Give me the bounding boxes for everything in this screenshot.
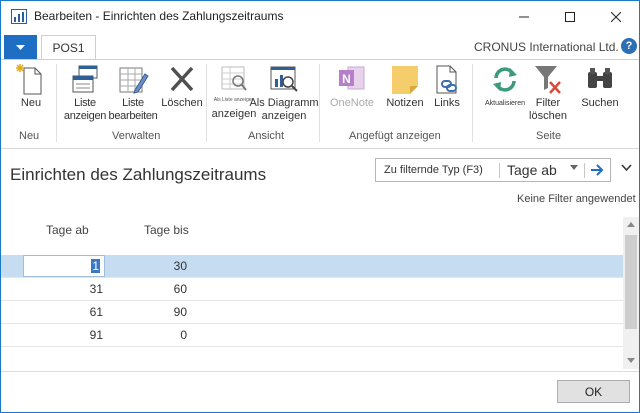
tage-ab-input[interactable]: 1 [23,255,105,277]
notes-label: Notizen [386,97,424,109]
ok-button[interactable]: OK [557,380,630,403]
links-button[interactable]: Links [429,60,465,110]
page-title: Einrichten des Zahlungszeitraums [10,165,267,184]
table-row[interactable]: 31 60 [1,278,623,300]
tab-pos1[interactable]: POS1 [41,35,96,60]
show-as-list-icon [221,66,247,91]
tage-ab-cell[interactable]: 91 [21,328,103,342]
filter-bar: Zu filternde Typ (F3) Tage ab [375,158,611,182]
footer-divider [1,371,639,372]
filter-field-select[interactable]: Tage ab [507,162,557,178]
scroll-down-icon[interactable] [627,358,635,363]
onenote-icon: N [339,66,365,90]
show-as-chart-button[interactable]: Als Diagramm anzeigen [249,60,319,123]
search-button[interactable]: Suchen [579,60,621,110]
group-separator [319,64,320,142]
view-list-button[interactable]: Liste anzeigen [63,60,107,123]
arrow-right-icon[interactable] [589,163,605,177]
new-button-label: Neu [20,97,42,109]
column-header-tage-ab[interactable]: Tage ab [46,223,89,237]
close-button[interactable] [593,1,639,32]
links-icon [436,65,457,94]
refresh-button[interactable]: Aktualisieren [481,60,529,110]
clear-filter-button[interactable]: Filter löschen [527,60,569,123]
notes-button[interactable]: Notizen [383,60,427,110]
scrollbar-thumb[interactable] [625,235,637,329]
edit-list-icon [119,67,149,94]
tage-bis-cell[interactable]: 60 [111,282,187,296]
company-name[interactable]: CRONUS International Ltd. [474,40,619,54]
application-menu-button[interactable] [4,35,37,60]
view-list-label: Liste anzeigen [63,97,107,122]
edit-list-button[interactable]: Liste bearbeiten [108,60,158,123]
tage-ab-cell[interactable]: 61 [21,305,103,319]
window-title: Bearbeiten - Einrichten des Zahlungszeit… [34,9,284,23]
group-separator [56,64,57,142]
view-list-icon [72,65,98,93]
scroll-up-icon[interactable] [627,222,635,227]
title-bar: Bearbeiten - Einrichten des Zahlungszeit… [1,1,639,32]
close-icon [611,11,621,22]
clear-filter-icon [535,66,561,94]
dialog-window: Bearbeiten - Einrichten des Zahlungszeit… [0,0,640,413]
notes-icon [392,66,418,94]
delete-x-icon [170,66,194,92]
svg-text:N: N [342,72,351,86]
group-label-view: Ansicht [248,130,285,142]
delete-button[interactable]: Löschen [161,60,203,110]
filter-divider [584,163,585,178]
maximize-icon [565,11,575,22]
tage-bis-cell[interactable]: 90 [111,305,187,319]
new-document-icon [16,64,42,95]
group-label-new: Neu [19,130,40,142]
edit-list-label: Liste bearbeiten [108,97,158,122]
refresh-icon [493,67,517,92]
row-divider [1,346,623,347]
minimize-icon [519,16,529,17]
new-button[interactable]: Neu [13,60,49,110]
group-label-manage: Verwalten [112,130,161,142]
group-label-page: Seite [536,130,562,142]
search-label: Suchen [581,97,619,109]
onenote-button[interactable]: N OneNote [326,60,378,110]
binoculars-icon [588,68,612,88]
filter-divider [499,163,500,178]
app-icon [11,9,27,24]
chevron-down-icon[interactable] [570,165,578,171]
minimize-button[interactable] [501,1,547,32]
chevron-down-icon [16,44,25,50]
table-row[interactable]: 1 30 [1,255,623,277]
onenote-label: OneNote [329,97,375,109]
clear-filter-label: Filter löschen [529,97,567,122]
column-header-tage-bis[interactable]: Tage bis [144,223,189,237]
tage-bis-cell[interactable]: 0 [111,328,187,342]
filter-type-label[interactable]: Zu filternde Typ (F3) [384,164,483,176]
links-label: Links [434,97,460,109]
filter-status: Keine Filter angewendet [517,193,636,205]
chevron-down-icon[interactable] [621,164,632,172]
tage-bis-cell[interactable]: 30 [111,259,187,273]
vertical-scrollbar[interactable] [623,217,639,369]
delete-button-label: Löschen [161,97,203,109]
help-button[interactable]: ? [621,38,637,54]
table-row[interactable]: 91 0 [1,324,623,346]
refresh-label: Aktualisieren [484,100,526,107]
group-separator [206,64,207,142]
show-as-chart-label: Als Diagramm anzeigen [249,97,319,122]
group-separator [472,64,473,142]
ribbon: Neu Liste anzeigen Liste bearbeiten Lösc… [1,60,639,149]
group-label-attached: Angefügt anzeigen [349,130,441,142]
maximize-button[interactable] [547,1,593,32]
show-as-chart-icon [270,66,298,92]
tage-ab-value: 1 [91,259,100,273]
table-row[interactable]: 61 90 [1,301,623,323]
tage-ab-cell[interactable]: 31 [21,282,103,296]
